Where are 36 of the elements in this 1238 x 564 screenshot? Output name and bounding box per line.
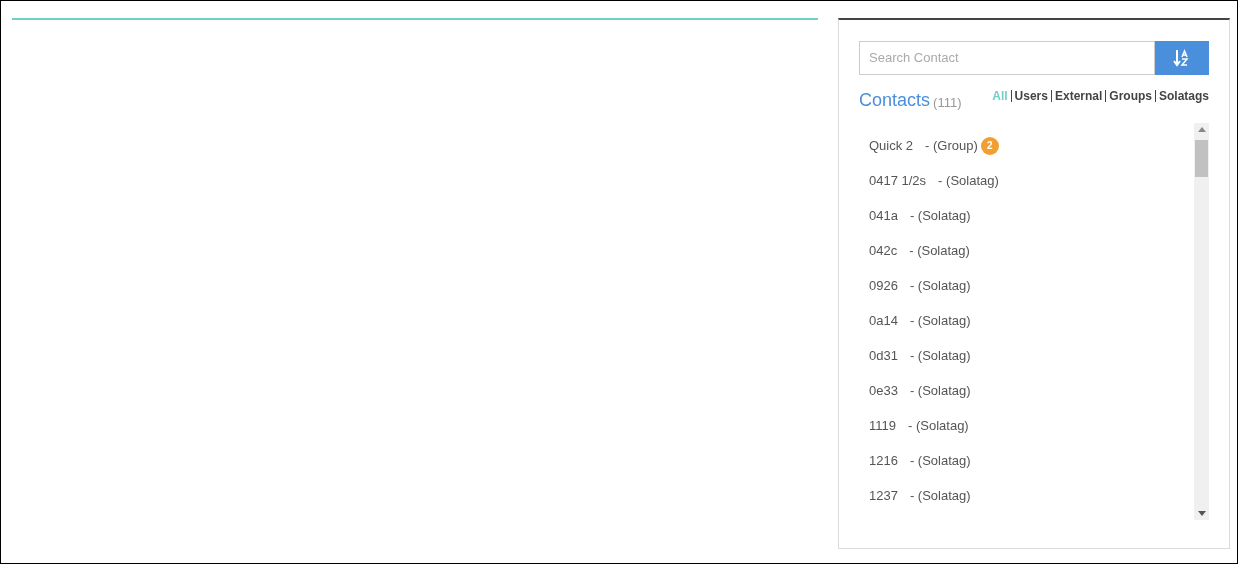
contact-name[interactable]: 0926: [869, 275, 898, 296]
contact-name[interactable]: 042c: [869, 240, 898, 261]
contact-name[interactable]: 0d31: [869, 345, 898, 366]
contact-type: - (Solatag): [909, 241, 970, 260]
contact-name[interactable]: 0e33: [869, 380, 898, 401]
contact-name[interactable]: 1216: [869, 450, 898, 471]
scroll-down-icon: [1197, 511, 1206, 516]
contact-type: - (Solatag): [909, 451, 971, 470]
contact-name[interactable]: 041a: [869, 205, 898, 226]
contact-type: - (Solatag): [938, 171, 999, 190]
contact-name[interactable]: 0417 1/2s: [869, 170, 927, 191]
search-field[interactable]: Search Contact: [859, 41, 1155, 75]
contact-type: - (Solatag): [909, 276, 971, 295]
scrollbar[interactable]: [1194, 123, 1209, 520]
filter-link[interactable]: Groups: [1109, 87, 1152, 105]
contact-type: - (Group): [925, 136, 978, 155]
contacts-count: (111): [933, 96, 962, 109]
sort-icon: [1173, 49, 1191, 67]
scroll-up-icon: [1197, 127, 1206, 132]
contact-name[interactable]: 1119: [869, 415, 896, 436]
contacts-title: Contacts: [859, 91, 931, 109]
scroll-thumb[interactable]: [1195, 140, 1208, 177]
contact-name[interactable]: 0a14: [869, 310, 898, 331]
contact-type: - (Solatag): [909, 486, 971, 505]
contact-type: - (Solatag): [909, 346, 971, 365]
contact-name[interactable]: 1237: [869, 485, 898, 506]
contact-type: - (Solatag): [909, 206, 971, 225]
contact-type: - (Solatag): [909, 311, 971, 330]
filter-link[interactable]: Solatags: [1159, 87, 1209, 105]
contact-name[interactable]: Quick 2: [869, 135, 914, 156]
contact-type: - (Solatag): [908, 416, 969, 435]
filter-link[interactable]: Users: [1014, 87, 1048, 105]
count-badge: 2: [980, 136, 999, 155]
filter-link[interactable]: External: [1054, 87, 1103, 105]
contact-type: - (Solatag): [909, 381, 971, 400]
sort-button[interactable]: [1155, 41, 1209, 75]
